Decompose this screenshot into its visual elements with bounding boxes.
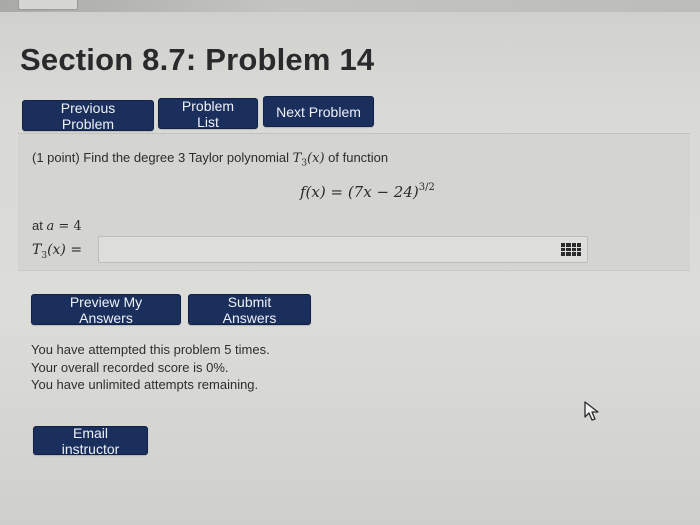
prompt-text: (1 point) Find the degree 3 Taylor polyn…	[32, 150, 293, 165]
email-instructor-button[interactable]: Email instructor	[33, 425, 148, 457]
at-value: = 4	[54, 219, 82, 234]
answer-input[interactable]	[98, 236, 588, 263]
equation-editor-grid-icon[interactable]	[560, 242, 582, 257]
submit-answers-button[interactable]: Submit Answers	[188, 294, 311, 326]
answer-label: T3(x) =	[32, 241, 82, 261]
problem-list-button[interactable]: Problem List	[158, 98, 258, 130]
attempts-text: You have attempted this problem 5 times.	[31, 342, 270, 357]
formula-body: f(x) = (7x − 24)	[300, 183, 419, 201]
remaining-text: You have unlimited attempts remaining.	[31, 377, 259, 392]
prompt-poly-arg: (x)	[307, 151, 325, 166]
prompt-suffix: of function	[324, 150, 389, 165]
mouse-cursor-icon	[584, 401, 599, 421]
previous-problem-button[interactable]: Previous Problem	[22, 100, 154, 132]
page-title: Section 8.7: Problem 14	[20, 42, 375, 77]
score-text: Your overall recorded score is 0%.	[31, 359, 229, 375]
prompt-poly: T	[292, 151, 302, 166]
problem-prompt: (1 point) Find the degree 3 Taylor polyn…	[32, 150, 388, 169]
browser-top-edge	[0, 0, 700, 12]
preview-answers-button[interactable]: Preview My Answers	[31, 294, 181, 326]
at-label: at	[32, 218, 47, 233]
browser-tab[interactable]	[18, 0, 78, 10]
attempt-status: You have attempted this problem 5 times.…	[31, 341, 270, 394]
answer-poly: T	[32, 242, 42, 258]
function-formula: f(x) = (7x − 24)3/2	[300, 182, 435, 201]
answer-poly-rest: (x) =	[47, 242, 83, 258]
formula-exponent: 3/2	[418, 182, 435, 193]
expansion-point: at a = 4	[32, 218, 82, 234]
next-problem-button[interactable]: Next Problem	[263, 96, 374, 127]
